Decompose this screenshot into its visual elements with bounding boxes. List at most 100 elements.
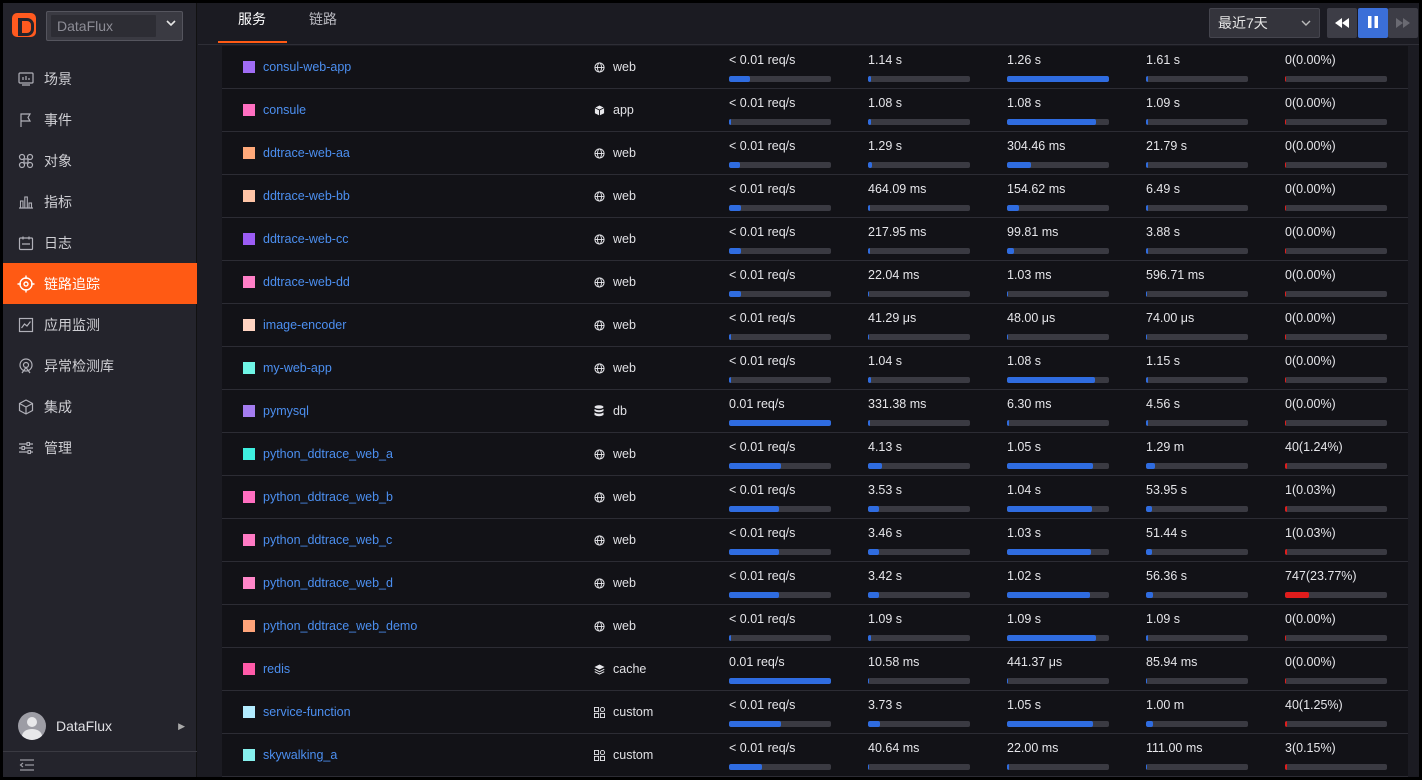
p99-duration: 74.00 μs — [1146, 311, 1195, 325]
service-name-link[interactable]: image-encoder — [263, 318, 346, 332]
sidebar-item-scenes[interactable]: 场景 — [3, 58, 197, 99]
table-row[interactable]: consule app < 0.01 req/s 1.08 s 1.08 s 1… — [222, 89, 1408, 132]
table-row[interactable]: image-encoder web < 0.01 req/s 41.29 μs … — [222, 304, 1408, 347]
tab-traces[interactable]: 链路 — [309, 3, 337, 43]
vertical-scrollbar[interactable] — [1409, 46, 1419, 777]
service-name-link[interactable]: python_ddtrace_web_c — [263, 533, 392, 547]
p75-duration-fill — [1007, 248, 1015, 254]
error-rate-cell: 0(0.00%) — [1285, 605, 1389, 647]
table-row[interactable]: my-web-app web < 0.01 req/s 1.04 s 1.08 … — [222, 347, 1408, 390]
service-name-link[interactable]: pymysql — [263, 404, 309, 418]
p99-duration-fill — [1146, 764, 1147, 770]
request-rate-fill — [729, 764, 762, 770]
error-rate-cell: 0(0.00%) — [1285, 46, 1389, 88]
sidebar-item-logs[interactable]: 日志 — [3, 222, 197, 263]
table-row[interactable]: ddtrace-web-bb web < 0.01 req/s 464.09 m… — [222, 175, 1408, 218]
service-type-cell: web — [593, 132, 636, 174]
p99-duration: 1.09 s — [1146, 96, 1181, 110]
sidebar-item-metrics[interactable]: 指标 — [3, 181, 197, 222]
sidebar-item-events[interactable]: 事件 — [3, 99, 197, 140]
service-cell: redis — [243, 648, 290, 690]
service-color-swatch — [243, 319, 255, 331]
service-name-link[interactable]: ddtrace-web-dd — [263, 275, 350, 289]
dataflux-logo-icon[interactable] — [12, 13, 36, 37]
service-name-link[interactable]: python_ddtrace_web_a — [263, 447, 393, 461]
table-row[interactable]: ddtrace-web-cc web < 0.01 req/s 217.95 m… — [222, 218, 1408, 261]
service-name-link[interactable]: ddtrace-web-aa — [263, 146, 350, 160]
table-row[interactable]: consul-web-app web < 0.01 req/s 1.14 s 1… — [222, 46, 1408, 89]
service-name-link[interactable]: consule — [263, 103, 306, 117]
rewind-button[interactable] — [1327, 8, 1357, 38]
service-name-link[interactable]: service-function — [263, 705, 351, 719]
service-type: cache — [613, 662, 647, 676]
request-rate-bar — [729, 334, 831, 340]
p75-duration: 1.03 s — [1007, 526, 1042, 540]
sidebar-item-anomaly-detection[interactable]: 异常检测库 — [3, 345, 197, 386]
tab-services[interactable]: 服务 — [238, 3, 266, 43]
request-rate-fill — [729, 678, 831, 684]
error-rate-cell: 1(0.03%) — [1285, 519, 1389, 561]
avg-duration-cell: 217.95 ms — [868, 218, 972, 260]
sidebar-item-management[interactable]: 管理 — [3, 427, 197, 468]
service-name-link[interactable]: python_ddtrace_web_demo — [263, 619, 417, 633]
sidebar-item-integrations[interactable]: 集成 — [3, 386, 197, 427]
p75-duration-fill — [1007, 162, 1032, 168]
fast-forward-button[interactable] — [1388, 8, 1418, 38]
avg-duration-cell: 1.08 s — [868, 89, 972, 131]
error-rate-cell: 0(0.00%) — [1285, 648, 1389, 690]
service-name-link[interactable]: python_ddtrace_web_b — [263, 490, 393, 504]
collapse-sidebar-icon[interactable] — [19, 759, 37, 773]
p99-duration-fill — [1146, 635, 1148, 641]
request-rate: < 0.01 req/s — [729, 741, 796, 755]
service-name-link[interactable]: consul-web-app — [263, 60, 351, 74]
sidebar-item-tracing[interactable]: 链路追踪 — [3, 263, 197, 304]
table-row[interactable]: redis cache 0.01 req/s 10.58 ms 441.37 μ… — [222, 648, 1408, 691]
request-rate-fill — [729, 162, 741, 168]
table-row[interactable]: pymysql db 0.01 req/s 331.38 ms 6.30 ms … — [222, 390, 1408, 433]
avg-duration-bar — [868, 721, 970, 727]
services-table: consul-web-app web < 0.01 req/s 1.14 s 1… — [222, 46, 1408, 777]
p99-duration-bar — [1146, 592, 1248, 598]
error-rate-fill — [1285, 678, 1286, 684]
cube-icon — [593, 104, 605, 116]
service-name-link[interactable]: skywalking_a — [263, 748, 337, 762]
time-range-select[interactable]: 最近7天 — [1209, 8, 1320, 38]
service-name-link[interactable]: ddtrace-web-cc — [263, 232, 348, 246]
p99-duration-fill — [1146, 721, 1154, 727]
table-row[interactable]: ddtrace-web-dd web < 0.01 req/s 22.04 ms… — [222, 261, 1408, 304]
service-name-link[interactable]: redis — [263, 662, 290, 676]
sidebar-item-app-monitoring[interactable]: 应用监测 — [3, 304, 197, 345]
table-row[interactable]: skywalking_a custom < 0.01 req/s 40.64 m… — [222, 734, 1408, 777]
service-name-link[interactable]: ddtrace-web-bb — [263, 189, 350, 203]
user-menu[interactable]: DataFlux ▶ — [3, 708, 197, 744]
p75-duration: 6.30 ms — [1007, 397, 1052, 411]
error-rate: 3(0.15%) — [1285, 741, 1336, 755]
error-rate-bar — [1285, 205, 1387, 211]
table-row[interactable]: python_ddtrace_web_demo web < 0.01 req/s… — [222, 605, 1408, 648]
table-row[interactable]: ddtrace-web-aa web < 0.01 req/s 1.29 s 3… — [222, 132, 1408, 175]
request-rate: < 0.01 req/s — [729, 440, 796, 454]
p99-duration-cell: 53.95 s — [1146, 476, 1250, 518]
grid-icon — [593, 749, 605, 761]
error-rate: 0(0.00%) — [1285, 139, 1336, 153]
avg-duration: 1.04 s — [868, 354, 903, 368]
p75-duration-bar — [1007, 721, 1109, 727]
sidebar-item-objects[interactable]: 对象 — [3, 140, 197, 181]
table-row[interactable]: python_ddtrace_web_a web < 0.01 req/s 4.… — [222, 433, 1408, 476]
workspace-select[interactable]: DataFlux — [46, 11, 183, 41]
service-color-swatch — [243, 448, 255, 460]
table-row[interactable]: python_ddtrace_web_c web < 0.01 req/s 3.… — [222, 519, 1408, 562]
divider — [3, 751, 197, 752]
error-rate: 0(0.00%) — [1285, 354, 1336, 368]
table-row[interactable]: service-function custom < 0.01 req/s 3.7… — [222, 691, 1408, 734]
service-name-link[interactable]: my-web-app — [263, 361, 332, 375]
error-rate-fill — [1285, 506, 1287, 512]
avg-duration: 41.29 μs — [868, 311, 917, 325]
service-name-link[interactable]: python_ddtrace_web_d — [263, 576, 393, 590]
request-rate-cell: 0.01 req/s — [729, 648, 833, 690]
table-row[interactable]: python_ddtrace_web_d web < 0.01 req/s 3.… — [222, 562, 1408, 605]
error-rate-bar — [1285, 76, 1387, 82]
pause-button[interactable] — [1358, 8, 1388, 38]
service-type-cell: web — [593, 175, 636, 217]
table-row[interactable]: python_ddtrace_web_b web < 0.01 req/s 3.… — [222, 476, 1408, 519]
